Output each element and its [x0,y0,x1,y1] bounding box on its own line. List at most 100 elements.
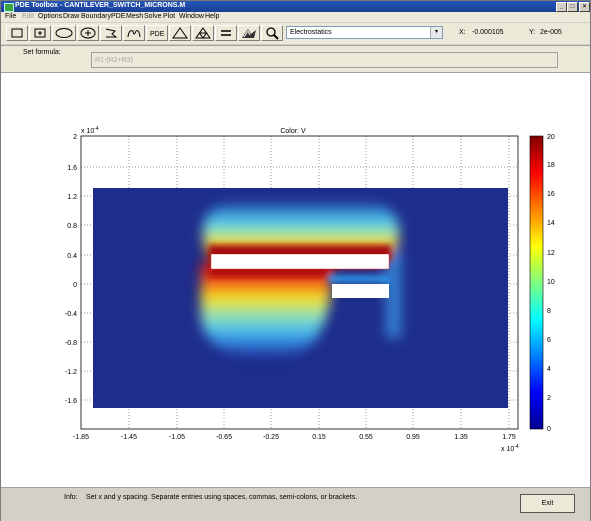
menu-file[interactable]: File [5,13,16,20]
colorbar-tick-label: 2 [547,395,551,402]
maximize-button[interactable]: □ [567,2,578,12]
rectangle-center-button[interactable] [29,25,51,41]
x-axis: -1.85 -1.45 -1.05 -0.65 -0.25 0.15 0.55 … [73,434,519,453]
x-tick-label: -1.45 [121,434,137,441]
y-tick-label: 2 [73,134,77,141]
x-tick-label: 1.35 [454,434,468,441]
plot-title: Color: V [280,128,306,135]
y-tick-label: 0.8 [67,223,77,230]
plot-button[interactable] [238,25,260,41]
x-tick-label: 1.75 [502,434,516,441]
colorbar-tick-label: 8 [547,308,551,315]
init-mesh-button[interactable] [169,25,191,41]
ellipse-icon [55,28,73,38]
x-tick-label: -0.25 [263,434,279,441]
status-bar: Info: Set x and y spacing. Separate entr… [1,487,590,521]
toolbar: PDE Electrostatics ▾ X: -0.000105 Y: 2e-… [1,23,590,44]
polygon-icon [105,28,118,38]
ellipse-center-icon [80,27,96,39]
x-tick-label: 0.55 [359,434,373,441]
set-formula-value: R1-(R2+R3) [95,57,133,64]
colorbar-tick-label: 12 [547,250,555,257]
set-formula-input[interactable]: R1-(R2+R3) [91,52,558,68]
menu-solve[interactable]: Solve [144,13,162,20]
cantilever-beam [210,253,390,270]
title-bar[interactable]: PDE Toolbox - CANTILEVER_SWITCH_MICRONS.… [1,1,590,12]
window-title: PDE Toolbox - CANTILEVER_SWITCH_MICRONS.… [15,2,186,9]
close-button[interactable]: × [579,2,590,12]
plot-icon [242,29,256,38]
pde-solution-plot: Color: V 2 1.6 1.2 0.8 0.4 0 -0.4 -0.8 -… [65,126,555,453]
y-tick-label: -0.4 [65,311,77,318]
colorbar-tick-label: 18 [547,162,555,169]
menu-pde[interactable]: PDE [111,13,125,20]
y-tick-label: -1.2 [65,369,77,376]
boundary-mode-icon [127,30,141,38]
rectangle-center-icon [34,28,46,38]
y-axis-exponent: x 10-4 [81,126,99,135]
refine-mesh-button[interactable] [192,25,214,41]
menu-window[interactable]: Window [179,13,204,20]
menu-boundary[interactable]: Boundary [81,13,111,20]
x-axis-exponent: x 10-4 [501,444,519,453]
colorbar-tick-label: 0 [547,426,551,433]
potential-field [93,188,508,408]
y-coordinate-label: Y: [529,29,536,36]
x-tick-label: -1.85 [73,434,89,441]
pde-toolbox-window: PDE Toolbox - CANTILEVER_SWITCH_MICRONS.… [0,0,591,521]
menu-draw[interactable]: Draw [63,13,79,20]
mesh-triangle-icon [172,27,188,39]
menu-edit[interactable]: Edit [22,13,34,20]
info-text: Set x and y spacing. Separate entries us… [86,494,358,501]
x-tick-label: -0.65 [216,434,232,441]
application-mode-value: Electrostatics [290,29,332,36]
solve-button[interactable] [215,25,237,41]
plot-canvas[interactable]: Color: V 2 1.6 1.2 0.8 0.4 0 -0.4 -0.8 -… [1,72,590,487]
y-tick-label: -1.6 [65,398,77,405]
x-tick-label: 0.15 [312,434,326,441]
menu-help[interactable]: Help [205,13,219,20]
y-tick-label: 0.4 [67,253,77,260]
colorbar-tick-label: 14 [547,220,555,227]
ellipse-center-button[interactable] [77,25,99,41]
zoom-icon [266,27,279,40]
application-mode-select[interactable]: Electrostatics ▾ [286,26,443,39]
formula-bar: Set formula: R1-(R2+R3) [1,45,590,72]
refine-mesh-icon [195,27,211,39]
menu-mesh[interactable]: Mesh [126,13,143,20]
colorbar-tick-label: 20 [547,134,555,141]
colorbar-tick-label: 10 [547,279,555,286]
zoom-button[interactable] [261,25,283,41]
colorbar-ticks: 20 18 16 14 12 10 8 6 4 2 0 [547,134,555,433]
chevron-down-icon[interactable]: ▾ [430,27,442,38]
x-coordinate-label: X: [459,29,466,36]
info-label: Info: [64,494,78,501]
rectangle-icon [11,28,23,38]
x-tick-label: -1.05 [169,434,185,441]
set-formula-label: Set formula: [23,49,61,56]
exit-button[interactable]: Exit [520,494,575,513]
minimize-button[interactable]: _ [556,2,567,12]
colorbar-tick-label: 16 [547,191,555,198]
ellipse-button[interactable] [52,25,76,41]
colorbar-tick-label: 4 [547,366,551,373]
menu-bar: File Edit Options Draw Boundary PDE Mesh… [1,12,590,22]
rectangle-button[interactable] [6,25,28,41]
x-tick-label: 0.95 [406,434,420,441]
solve-icon [221,30,231,36]
y-tick-label: 0 [73,282,77,289]
bottom-electrode [332,284,389,298]
app-icon [4,3,14,12]
y-tick-label: 1.6 [67,165,77,172]
boundary-mode-button[interactable] [123,25,145,41]
x-coordinate-value: -0.000105 [472,29,504,36]
menu-plot[interactable]: Plot [163,13,175,20]
menu-options[interactable]: Options [38,13,62,20]
y-tick-label: 1.2 [67,194,77,201]
polygon-button[interactable] [100,25,122,41]
y-coordinate-value: 2e-005 [540,29,562,36]
y-tick-label: -0.8 [65,340,77,347]
pde-button[interactable]: PDE [146,25,168,41]
pde-icon: PDE [150,31,165,38]
colorbar [529,135,544,430]
